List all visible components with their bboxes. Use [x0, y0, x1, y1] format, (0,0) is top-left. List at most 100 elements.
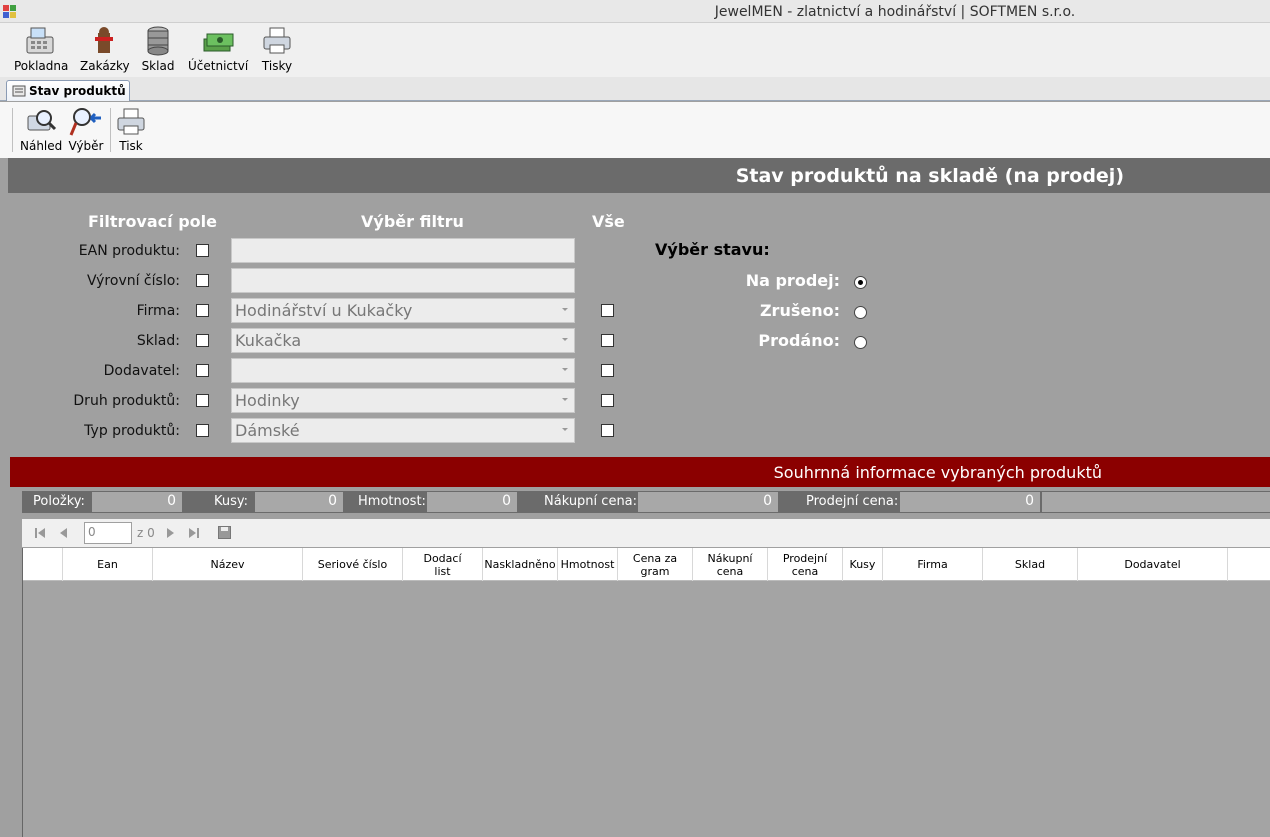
toolbar-separator	[12, 108, 13, 152]
typ-label: Typ produktů:	[84, 423, 180, 439]
toolbar-separator	[110, 108, 111, 152]
tisk-label: Tisk	[119, 139, 143, 153]
state-heading: Výběr stavu:	[655, 240, 770, 259]
typ-all-checkbox[interactable]	[601, 424, 614, 437]
first-record-icon[interactable]	[34, 527, 46, 539]
tab-strip: Stav produktů	[0, 77, 1270, 101]
ean-input[interactable]	[231, 238, 575, 263]
hmotnost-value: 0	[427, 492, 517, 512]
state-prodano-label: Prodáno:	[758, 331, 840, 350]
state-na-prodej-radio[interactable]	[854, 276, 867, 289]
column-header[interactable]: Ean	[63, 548, 153, 581]
ean-label: EAN produktu:	[78, 243, 180, 259]
firma-combo[interactable]: Hodinářství u Kukačky	[231, 298, 575, 323]
polozky-value: 0	[92, 492, 182, 512]
column-header[interactable]: Dodavatel	[1078, 548, 1228, 581]
database-icon	[147, 26, 169, 56]
state-na-prodej-label: Na prodej:	[745, 271, 840, 290]
nahled-label: Náhled	[20, 139, 63, 153]
select-icon	[69, 108, 101, 136]
report-toolbar: Náhled Výběr Tisk	[0, 102, 1270, 158]
window-title: JewelMEN - zlatnictví a hodinářství | SO…	[714, 4, 1076, 20]
dodavatel-all-checkbox[interactable]	[601, 364, 614, 377]
sklad-filter-label: Sklad:	[136, 333, 180, 349]
column-header[interactable]: Sklad	[983, 548, 1078, 581]
column-header[interactable]: Kusy	[843, 548, 883, 581]
druh-combo[interactable]: Hodinky	[231, 388, 575, 413]
kusy-value: 0	[255, 492, 343, 512]
last-record-icon[interactable]	[188, 527, 200, 539]
row-header-cell	[23, 548, 63, 581]
sklad-value: Kukačka	[235, 331, 302, 350]
preview-icon	[27, 110, 57, 131]
column-header[interactable]: Firma	[883, 548, 983, 581]
grid-header: Ean Název Seriové číslo Dodací list Nask…	[23, 548, 1270, 581]
prev-record-icon[interactable]	[58, 527, 68, 539]
zakazky-button[interactable]: Zakázky	[80, 25, 130, 75]
column-header[interactable]: Seriové číslo	[303, 548, 403, 581]
typ-combo[interactable]: Dámské	[231, 418, 575, 443]
zakazky-label: Zakázky	[80, 59, 130, 73]
summary-filler	[1042, 492, 1270, 512]
ucetnictvi-label: Účetnictví	[188, 59, 249, 73]
sklad-all-checkbox[interactable]	[601, 334, 614, 347]
chevron-down-icon	[562, 428, 568, 431]
nakupni-label: Nákupní cena:	[544, 494, 638, 509]
column-header[interactable]: Dodací list	[403, 548, 483, 581]
serial-checkbox[interactable]	[196, 274, 209, 287]
all-column-heading: Vše	[592, 212, 625, 231]
column-header[interactable]: Název	[153, 548, 303, 581]
title-bar: JewelMEN - zlatnictví a hodinářství | SO…	[0, 0, 1270, 23]
sklad-combo[interactable]: Kukačka	[231, 328, 575, 353]
column-header[interactable]: Prodejní cena	[768, 548, 843, 581]
summary-title: Souhrnná informace vybraných produktů	[773, 463, 1102, 482]
firma-label: Firma:	[136, 303, 180, 319]
ucetnictvi-button[interactable]: Účetnictví	[188, 25, 248, 75]
druh-value: Hodinky	[235, 391, 300, 410]
tisk-button[interactable]: Tisk	[113, 106, 149, 156]
tab-label: Stav produktů	[29, 84, 126, 98]
firma-checkbox[interactable]	[196, 304, 209, 317]
typ-value: Dámské	[235, 421, 300, 440]
serial-input[interactable]	[231, 268, 575, 293]
tab-stav-produktu[interactable]: Stav produktů	[6, 80, 130, 101]
products-grid[interactable]: Ean Název Seriové číslo Dodací list Nask…	[22, 548, 1270, 837]
column-header[interactable]: Naskladněno	[483, 548, 558, 581]
typ-checkbox[interactable]	[196, 424, 209, 437]
report-title: Stav produktů na skladě (na prodej)	[735, 165, 1124, 187]
chevron-down-icon	[562, 308, 568, 311]
serial-label: Výrovní číslo:	[86, 273, 180, 289]
dodavatel-label: Dodavatel:	[103, 363, 180, 379]
vyber-label: Výběr	[68, 139, 104, 153]
chevron-down-icon	[562, 398, 568, 401]
druh-checkbox[interactable]	[196, 394, 209, 407]
sklad-button[interactable]: Sklad	[140, 25, 176, 75]
save-icon[interactable]	[218, 526, 231, 539]
column-header[interactable]: Cena za gram	[618, 548, 693, 581]
position-input[interactable]: 0	[84, 522, 132, 544]
state-zruseno-radio[interactable]	[854, 306, 867, 319]
tisky-button[interactable]: Tisky	[258, 25, 296, 75]
pokladna-button[interactable]: Pokladna	[14, 25, 68, 75]
column-header[interactable]: Hmotnost	[558, 548, 618, 581]
dodavatel-checkbox[interactable]	[196, 364, 209, 377]
polozky-label: Položky:	[33, 494, 85, 509]
next-record-icon[interactable]	[166, 527, 176, 539]
chevron-down-icon	[562, 368, 568, 371]
firma-all-checkbox[interactable]	[601, 304, 614, 317]
filter-column-heading: Filtrovací pole	[88, 212, 217, 231]
nahled-button[interactable]: Náhled	[20, 106, 62, 156]
druh-all-checkbox[interactable]	[601, 394, 614, 407]
main-toolbar: Pokladna Zakázky Sklad Účetnictví Tisky	[0, 23, 1270, 77]
hmotnost-label: Hmotnost:	[358, 494, 426, 509]
column-header[interactable]: Nákupní cena	[693, 548, 768, 581]
ean-checkbox[interactable]	[196, 244, 209, 257]
vyber-button[interactable]: Výběr	[68, 106, 104, 156]
druh-label: Druh produktů:	[73, 393, 180, 409]
sklad-checkbox[interactable]	[196, 334, 209, 347]
state-prodano-radio[interactable]	[854, 336, 867, 349]
orders-icon	[95, 27, 113, 53]
dodavatel-combo[interactable]	[231, 358, 575, 383]
cash-register-icon	[26, 27, 54, 54]
nakupni-value: 0	[638, 492, 778, 512]
